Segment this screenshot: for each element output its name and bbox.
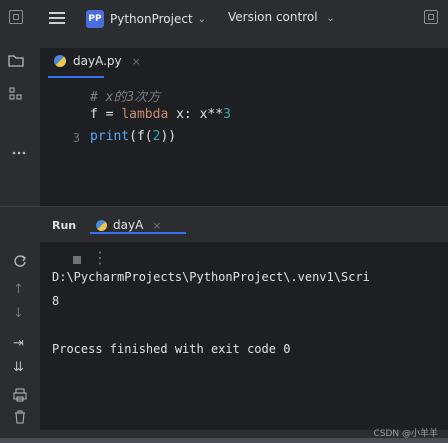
run-tool-window-header: Run dayA ×: [0, 206, 448, 242]
console-line: 8: [52, 294, 60, 308]
more-tools-icon[interactable]: [12, 144, 26, 159]
version-control-menu[interactable]: Version control ⌄: [228, 10, 335, 24]
status-bar: [0, 438, 448, 443]
print-icon[interactable]: [13, 388, 27, 406]
project-badge: PP: [86, 10, 104, 28]
main-menu-icon[interactable]: [49, 12, 65, 24]
code-line: print(f(2)): [90, 129, 177, 144]
window-menu-icon[interactable]: [9, 10, 23, 24]
window-restore-icon[interactable]: [424, 10, 438, 24]
structure-icon[interactable]: [8, 86, 24, 106]
vcs-label: Version control: [228, 10, 318, 24]
chevron-down-icon: ⌄: [326, 13, 335, 24]
run-label: Run: [52, 219, 77, 232]
project-name: PythonProject: [110, 12, 193, 26]
close-icon[interactable]: ×: [132, 55, 141, 68]
soft-wrap-icon[interactable]: ⇥: [13, 336, 24, 351]
editor-tab-bar: dayA.py ×: [40, 48, 448, 78]
code-line: f = lambda x: x**3: [90, 107, 231, 122]
console-line: D:\PycharmProjects\PythonProject\.venv1\…: [52, 270, 370, 284]
rerun-icon[interactable]: [13, 254, 27, 272]
run-tab-daya[interactable]: dayA ×: [96, 218, 162, 232]
editor-tab-label: dayA.py: [73, 54, 122, 68]
console-line: Process finished with exit code 0: [52, 342, 291, 356]
title-bar: PP PythonProject ⌄ Version control ⌄: [0, 0, 448, 40]
stop-icon[interactable]: [72, 250, 82, 269]
run-toolbar: ↑ ↓ ⇥ ⇊: [0, 242, 40, 430]
editor-tab-daya[interactable]: dayA.py ×: [54, 54, 141, 68]
down-arrow-icon[interactable]: ↓: [13, 306, 24, 321]
line-number: 3: [72, 131, 80, 145]
scroll-to-end-icon[interactable]: ⇊: [13, 360, 24, 375]
code-editor[interactable]: # x的3次方 f = lambda x: x**3 3 print(f(2)): [40, 78, 448, 206]
project-selector[interactable]: PP PythonProject ⌄: [86, 8, 206, 30]
more-icon[interactable]: ⋮: [92, 248, 108, 267]
active-run-tab-indicator: [90, 232, 186, 234]
code-line: # x的3次方: [90, 90, 161, 105]
python-file-icon: [54, 55, 66, 67]
close-icon[interactable]: ×: [152, 219, 161, 232]
python-file-icon: [96, 219, 107, 231]
folder-icon[interactable]: [8, 54, 24, 71]
chevron-down-icon: ⌄: [197, 13, 207, 25]
trash-icon[interactable]: [13, 410, 27, 428]
run-tab-label: dayA: [113, 218, 144, 232]
up-arrow-icon[interactable]: ↑: [13, 282, 24, 297]
